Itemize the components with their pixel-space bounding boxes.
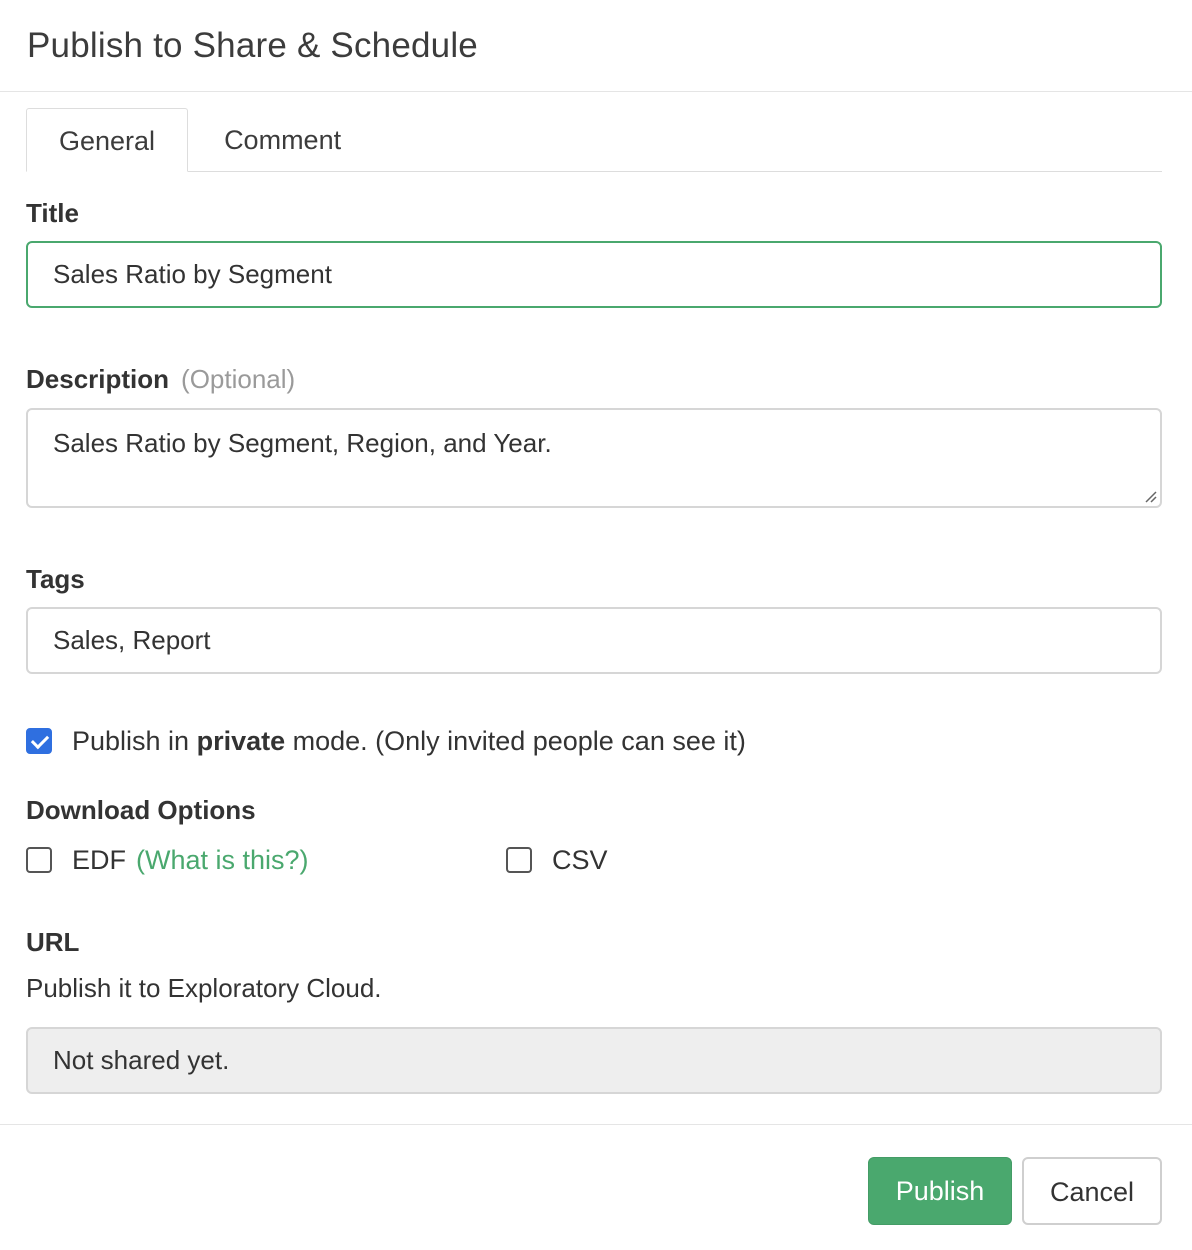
private-text-after: mode. (Only invited people can see it): [285, 725, 746, 756]
publish-dialog: Publish to Share & Schedule General Comm…: [0, 0, 1192, 1250]
edf-checkbox[interactable]: [26, 847, 52, 873]
url-help-text: Publish it to Exploratory Cloud.: [26, 973, 382, 1003]
publish-button[interactable]: Publish: [868, 1157, 1012, 1225]
dialog-footer: Publish Cancel: [0, 1124, 1192, 1250]
tab-general[interactable]: General: [26, 108, 189, 172]
csv-option: CSV: [506, 845, 608, 875]
private-mode-row: Publish in private mode. (Only invited p…: [26, 726, 1162, 756]
csv-checkbox[interactable]: [506, 847, 532, 873]
title-value: Sales Ratio by Segment: [53, 259, 332, 289]
tags-value: Sales, Report: [53, 625, 211, 655]
private-mode-label: Publish in private mode. (Only invited p…: [72, 726, 746, 757]
private-text-bold: private: [196, 725, 286, 756]
dialog-body: General Comment Title Sales Ratio by Seg…: [0, 92, 1192, 1094]
description-label-text: Description: [26, 364, 170, 394]
cancel-button[interactable]: Cancel: [1022, 1157, 1162, 1225]
edf-help-link[interactable]: (What is this?): [136, 845, 309, 876]
edf-label: EDF: [72, 844, 126, 875]
description-value: Sales Ratio by Segment, Region, and Year…: [53, 428, 552, 458]
url-value: Not shared yet.: [53, 1045, 230, 1075]
private-mode-checkbox[interactable]: [26, 728, 52, 754]
title-label: Title: [26, 198, 79, 228]
url-field: Not shared yet.: [26, 1027, 1162, 1094]
download-options-row: EDF (What is this?) CSV: [26, 845, 1162, 875]
title-input[interactable]: Sales Ratio by Segment: [26, 241, 1162, 308]
download-options-label: Download Options: [26, 795, 256, 825]
url-label: URL: [26, 927, 80, 957]
tab-bar: General Comment: [26, 108, 1162, 172]
private-text-before: Publish in: [72, 725, 197, 756]
tags-input[interactable]: Sales, Report: [26, 607, 1162, 674]
optional-hint: (Optional): [181, 364, 296, 394]
description-textarea[interactable]: Sales Ratio by Segment, Region, and Year…: [26, 408, 1162, 508]
tags-label: Tags: [26, 564, 85, 594]
dialog-header: Publish to Share & Schedule: [0, 0, 1192, 92]
csv-label: CSV: [552, 844, 608, 875]
resize-handle-icon[interactable]: [1143, 489, 1157, 503]
dialog-title: Publish to Share & Schedule: [27, 26, 478, 65]
description-label: Description (Optional): [26, 364, 1162, 394]
tab-comment[interactable]: Comment: [188, 108, 373, 172]
edf-option: EDF (What is this?): [26, 845, 309, 875]
